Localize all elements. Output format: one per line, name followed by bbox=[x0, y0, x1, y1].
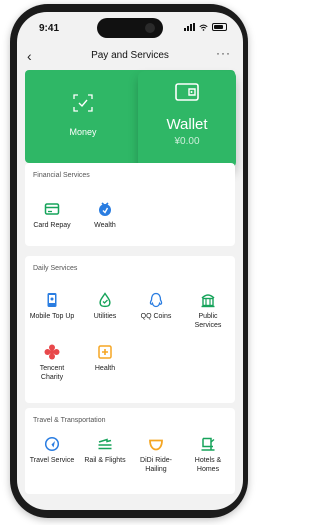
service-label: Utilities bbox=[93, 313, 117, 320]
service-label: Tencent Charity bbox=[39, 365, 65, 381]
nav-bar: ‹ Pay and Services ··· bbox=[17, 45, 243, 67]
service-travel[interactable]: Travel Service bbox=[29, 436, 75, 466]
service-label: Hotels & Homes bbox=[194, 457, 222, 473]
service-label: QQ Coins bbox=[140, 313, 172, 320]
service-public-services[interactable]: Public Services bbox=[185, 292, 231, 331]
hotel-icon bbox=[201, 437, 215, 451]
status-bar: 9:41 bbox=[17, 12, 243, 42]
didi-icon bbox=[149, 439, 163, 451]
service-health[interactable]: Health bbox=[82, 344, 128, 374]
travel-icon bbox=[44, 436, 60, 452]
screen: 9:41 ‹ Pay and Services ··· Money Wallet… bbox=[17, 12, 243, 510]
service-mobile-top-up[interactable]: Mobile Top Up bbox=[29, 292, 75, 322]
wallet-icon bbox=[175, 83, 199, 101]
money-tile[interactable]: Money bbox=[43, 94, 123, 137]
service-hotels-homes[interactable]: Hotels & Homes bbox=[185, 436, 231, 475]
service-label: Travel Service bbox=[29, 457, 75, 464]
financial-services-section: Financial Services Card Repay Wealth bbox=[25, 163, 235, 246]
public-services-icon bbox=[201, 294, 215, 308]
mobile-icon bbox=[47, 293, 57, 307]
service-label: Health bbox=[94, 365, 116, 372]
daily-services-section: Daily Services Mobile Top Up Utilities Q… bbox=[25, 256, 235, 403]
signal-icon bbox=[184, 23, 195, 31]
service-card-repay[interactable]: Card Repay bbox=[29, 201, 75, 231]
service-label: Card Repay bbox=[33, 222, 71, 229]
card-icon bbox=[44, 203, 60, 215]
qq-icon bbox=[149, 292, 163, 308]
service-label: Public Services bbox=[194, 313, 222, 329]
section-title: Financial Services bbox=[33, 172, 90, 179]
more-button[interactable]: ··· bbox=[216, 46, 231, 60]
battery-icon bbox=[212, 23, 227, 31]
money-icon bbox=[73, 94, 93, 112]
service-utilities[interactable]: Utilities bbox=[82, 292, 128, 322]
service-wealth[interactable]: Wealth bbox=[82, 201, 128, 231]
rail-icon bbox=[98, 438, 112, 450]
status-time: 9:41 bbox=[39, 23, 60, 34]
utilities-icon bbox=[99, 292, 111, 308]
travel-section: Travel & Transportation Travel Service R… bbox=[25, 408, 235, 494]
service-label: Mobile Top Up bbox=[29, 313, 75, 320]
wifi-icon bbox=[199, 24, 208, 31]
service-didi[interactable]: DiDi Ride-Hailing bbox=[133, 436, 179, 475]
service-label: Wealth bbox=[94, 222, 116, 229]
dynamic-island bbox=[97, 18, 163, 38]
wallet-label: Wallet bbox=[166, 116, 208, 133]
wallet-card[interactable]: Wallet ¥0.00 bbox=[138, 71, 236, 168]
page-title: Pay and Services bbox=[91, 50, 169, 61]
service-rail-flights[interactable]: Rail & Flights bbox=[82, 436, 128, 466]
service-qq-coins[interactable]: QQ Coins bbox=[133, 292, 179, 322]
service-label: Rail & Flights bbox=[84, 457, 126, 464]
money-label: Money bbox=[69, 127, 97, 137]
wallet-balance: ¥0.00 bbox=[174, 136, 200, 147]
service-tencent-charity[interactable]: Tencent Charity bbox=[29, 344, 75, 383]
status-icons bbox=[184, 23, 227, 31]
charity-icon bbox=[44, 344, 60, 360]
service-label: DiDi Ride-Hailing bbox=[140, 457, 172, 473]
wealth-icon bbox=[99, 202, 111, 216]
section-title: Travel & Transportation bbox=[33, 417, 106, 424]
camera-icon bbox=[145, 23, 155, 33]
section-title: Daily Services bbox=[33, 265, 78, 272]
health-icon bbox=[98, 345, 112, 359]
